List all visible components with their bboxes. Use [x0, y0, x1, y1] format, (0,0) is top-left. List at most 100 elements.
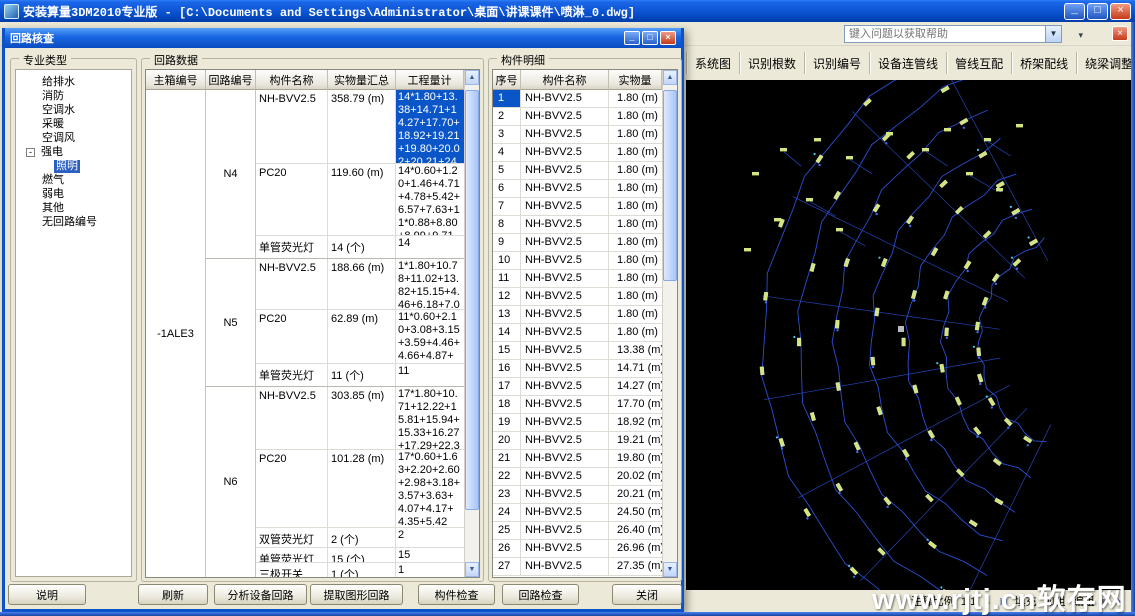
component-name-cell[interactable]: NH-BVV2.5 — [521, 162, 609, 179]
component-name-cell[interactable]: NH-BVV2.5 — [256, 90, 328, 163]
quantity-cell[interactable]: 18.92 (m) — [609, 414, 662, 431]
help-search-box[interactable]: ▼ — [844, 25, 1062, 43]
quantity-cell[interactable]: 1.80 (m) — [609, 198, 662, 215]
detail-row[interactable]: 5NH-BVV2.51.80 (m) — [493, 162, 662, 180]
quantity-cell[interactable]: 26.40 (m) — [609, 522, 662, 539]
index-cell[interactable]: 26 — [493, 540, 521, 557]
dialog-minimize-button[interactable]: _ — [624, 31, 640, 45]
detail-row[interactable]: 16NH-BVV2.514.71 (m) — [493, 360, 662, 378]
calc-expression-cell[interactable]: 1 — [396, 563, 464, 577]
quantity-cell[interactable]: 15 (个) — [328, 548, 396, 562]
main-box-cell[interactable]: -1ALE3 — [146, 90, 206, 577]
dialog-close-icon[interactable]: × — [660, 31, 676, 45]
explain-button[interactable]: 说明 — [8, 584, 86, 605]
quantity-cell[interactable]: 1.80 (m) — [609, 108, 662, 125]
quantity-cell[interactable]: 17.70 (m) — [609, 396, 662, 413]
scroll-up-icon[interactable]: ▲ — [465, 70, 479, 85]
tree-item[interactable]: 给排水 — [16, 75, 131, 89]
index-cell[interactable]: 20 — [493, 432, 521, 449]
circuit-row[interactable]: NH-BVV2.5303.85 (m)17*1.80+10.71+12.22+1… — [256, 387, 464, 450]
detail-row[interactable]: 26NH-BVV2.526.96 (m) — [493, 540, 662, 558]
chevron-down-icon[interactable]: ▼ — [1045, 26, 1061, 42]
circuit-row[interactable]: 双管荧光灯2 (个)2 — [256, 528, 464, 548]
detail-table-scrollbar[interactable]: ▲ ▼ — [662, 70, 677, 577]
quantity-cell[interactable]: 14.71 (m) — [609, 360, 662, 377]
scroll-down-icon[interactable]: ▼ — [663, 562, 677, 577]
circuit-row[interactable]: PC20101.28 (m)17*0.60+1.63+2.20+2.60+2.9… — [256, 450, 464, 528]
circuit-number-cell[interactable]: N6 — [206, 387, 256, 577]
quantity-cell[interactable]: 19.21 (m) — [609, 432, 662, 449]
index-cell[interactable]: 14 — [493, 324, 521, 341]
quantity-cell[interactable]: 13.38 (m) — [609, 342, 662, 359]
component-name-cell[interactable]: NH-BVV2.5 — [256, 387, 328, 449]
quantity-cell[interactable]: 27.35 (m) — [609, 558, 662, 575]
index-cell[interactable]: 5 — [493, 162, 521, 179]
detail-row[interactable]: 7NH-BVV2.51.80 (m) — [493, 198, 662, 216]
index-cell[interactable]: 19 — [493, 414, 521, 431]
detail-row[interactable]: 21NH-BVV2.519.80 (m) — [493, 450, 662, 468]
quantity-cell[interactable]: 1.80 (m) — [609, 270, 662, 287]
component-name-cell[interactable]: NH-BVV2.5 — [521, 198, 609, 215]
component-name-cell[interactable]: 单管荧光灯 — [256, 548, 328, 562]
detail-row[interactable]: 22NH-BVV2.520.02 (m) — [493, 468, 662, 486]
detail-row[interactable]: 20NH-BVV2.519.21 (m) — [493, 432, 662, 450]
specialty-tree[interactable]: 给排水消防空调水采暖空调风-强电照明燃气弱电其他无回路编号 — [15, 69, 132, 577]
analyze-circuit-button[interactable]: 分析设备回路 — [214, 584, 307, 605]
detail-row[interactable]: 15NH-BVV2.513.38 (m) — [493, 342, 662, 360]
index-cell[interactable]: 27 — [493, 558, 521, 575]
detail-row[interactable]: 11NH-BVV2.51.80 (m) — [493, 270, 662, 288]
minimize-button[interactable]: _ — [1064, 3, 1085, 20]
quantity-cell[interactable]: 20.02 (m) — [609, 468, 662, 485]
index-cell[interactable]: 18 — [493, 396, 521, 413]
component-name-cell[interactable]: NH-BVV2.5 — [521, 108, 609, 125]
tree-item[interactable]: 空调风 — [16, 131, 131, 145]
circuit-row[interactable]: NH-BVV2.5358.79 (m)14*1.80+13.38+14.71+1… — [256, 90, 464, 164]
component-name-cell[interactable]: NH-BVV2.5 — [521, 342, 609, 359]
restore-button[interactable]: □ — [1087, 3, 1108, 20]
close-button[interactable]: × — [1110, 3, 1131, 20]
quantity-cell[interactable]: 358.79 (m) — [328, 90, 396, 163]
calc-expression-cell[interactable]: 11 — [396, 364, 464, 386]
quantity-cell[interactable]: 19.80 (m) — [609, 450, 662, 467]
component-name-cell[interactable]: NH-BVV2.5 — [521, 540, 609, 557]
close-dialog-button[interactable]: 关闭 — [612, 584, 682, 605]
detail-row[interactable]: 24NH-BVV2.524.50 (m) — [493, 504, 662, 522]
quantity-cell[interactable]: 188.66 (m) — [328, 259, 396, 309]
detail-row[interactable]: 1NH-BVV2.51.80 (m) — [493, 90, 662, 108]
component-name-cell[interactable]: PC20 — [256, 450, 328, 527]
component-name-cell[interactable]: NH-BVV2.5 — [521, 522, 609, 539]
toolbar-button[interactable]: 绕梁调整 — [1076, 52, 1131, 74]
component-name-cell[interactable]: NH-BVV2.5 — [521, 378, 609, 395]
component-name-cell[interactable]: NH-BVV2.5 — [521, 234, 609, 251]
calc-expression-cell[interactable]: 14 — [396, 236, 464, 258]
tree-item[interactable]: 照明 — [16, 159, 131, 173]
index-cell[interactable]: 24 — [493, 504, 521, 521]
component-name-cell[interactable]: NH-BVV2.5 — [521, 360, 609, 377]
component-name-cell[interactable]: NH-BVV2.5 — [521, 180, 609, 197]
circuit-row[interactable]: 单管荧光灯14 (个)14 — [256, 236, 464, 258]
toolbar-button[interactable]: 管线互配 — [946, 52, 1011, 74]
circuit-number-cell[interactable]: N5 — [206, 259, 256, 386]
tree-item[interactable]: 弱电 — [16, 187, 131, 201]
detail-row[interactable]: 18NH-BVV2.517.70 (m) — [493, 396, 662, 414]
component-name-cell[interactable]: NH-BVV2.5 — [521, 270, 609, 287]
index-cell[interactable]: 22 — [493, 468, 521, 485]
detail-row[interactable]: 9NH-BVV2.51.80 (m) — [493, 234, 662, 252]
detail-row[interactable]: 27NH-BVV2.527.35 (m) — [493, 558, 662, 576]
detail-row[interactable]: 19NH-BVV2.518.92 (m) — [493, 414, 662, 432]
toolbar-button[interactable]: 设备连管线 — [869, 52, 946, 74]
index-cell[interactable]: 11 — [493, 270, 521, 287]
tree-item[interactable]: 采暖 — [16, 117, 131, 131]
toolbar-button[interactable]: 识别根数 — [739, 52, 804, 74]
extract-circuit-button[interactable]: 提取图形回路 — [310, 584, 403, 605]
component-name-cell[interactable]: NH-BVV2.5 — [521, 414, 609, 431]
index-cell[interactable]: 6 — [493, 180, 521, 197]
dialog-titlebar[interactable]: 回路核查 _ □ × — [5, 28, 681, 48]
detail-row[interactable]: 13NH-BVV2.51.80 (m) — [493, 306, 662, 324]
component-name-cell[interactable]: NH-BVV2.5 — [256, 259, 328, 309]
toolbar-button[interactable]: 识别编号 — [804, 52, 869, 74]
collapse-icon[interactable]: - — [26, 148, 35, 157]
circuit-check-button[interactable]: 回路检查 — [502, 584, 579, 605]
detail-row[interactable]: 4NH-BVV2.51.80 (m) — [493, 144, 662, 162]
component-name-cell[interactable]: NH-BVV2.5 — [521, 468, 609, 485]
